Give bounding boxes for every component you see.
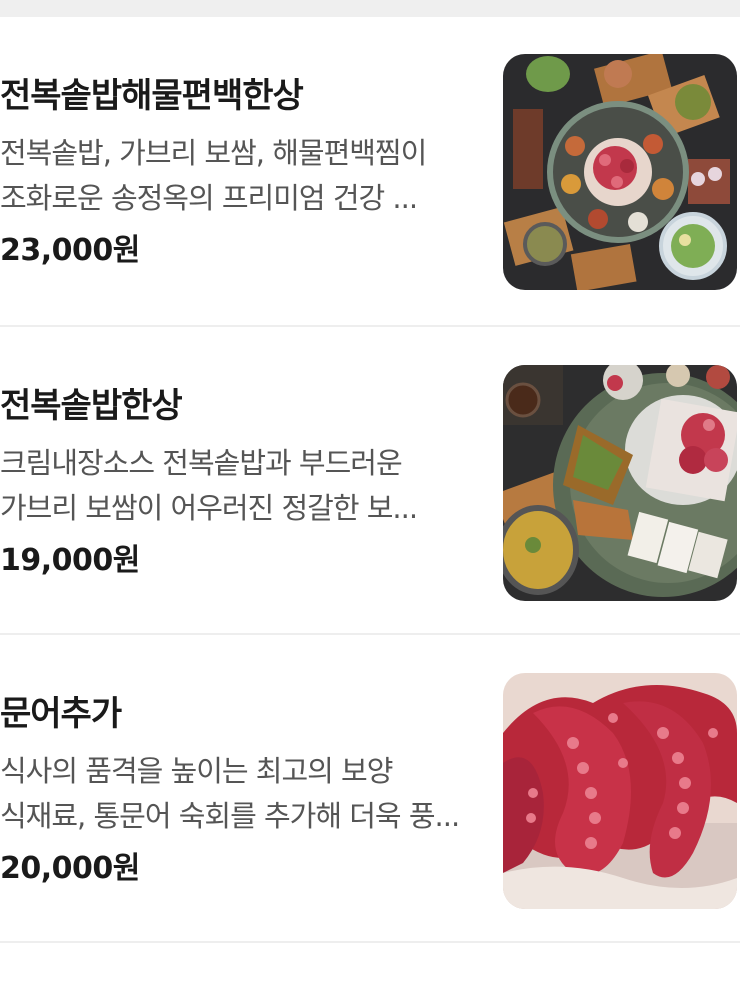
menu-item-price: 20,000원 [0, 851, 140, 886]
menu-item-text: 문어추가 식사의 품격을 높이는 최고의 보양 식재료, 통문어 숙회를 추가해… [0, 691, 470, 891]
menu-item-photo[interactable] [503, 54, 737, 290]
menu-item-text: 전복솥밥해물편백한상 전복솥밥, 가브리 보쌈, 해물편백찜이 조화로운 송정옥… [0, 73, 470, 273]
menu-item-name: 전복솥밥해물편백한상 [0, 76, 304, 116]
seafood-table-photo-icon [503, 54, 737, 290]
menu-item-name: 전복솥밥한상 [0, 386, 183, 426]
menu-item[interactable]: 전복솥밥한상 크림내장소스 전복솥밥과 부드러운 가브리 보쌈이 어우러진 정갈… [0, 327, 740, 635]
menu-item-photo[interactable] [503, 365, 737, 601]
bossam-table-photo-icon [503, 365, 737, 601]
menu-item-price: 23,000원 [0, 233, 140, 268]
menu-list: 전복솥밥해물편백한상 전복솥밥, 가브리 보쌈, 해물편백찜이 조화로운 송정옥… [0, 17, 740, 943]
menu-item-photo[interactable] [503, 673, 737, 909]
menu-item-description: 크림내장소스 전복솥밥과 부드러운 가브리 보쌈이 어우러진 정갈한 보... [0, 446, 418, 525]
top-divider-strip [0, 0, 740, 17]
menu-item[interactable]: 전복솥밥해물편백한상 전복솥밥, 가브리 보쌈, 해물편백찜이 조화로운 송정옥… [0, 17, 740, 327]
menu-item-description: 식사의 품격을 높이는 최고의 보양 식재료, 통문어 숙회를 추가해 더욱 풍… [0, 754, 460, 833]
menu-item-description: 전복솥밥, 가브리 보쌈, 해물편백찜이 조화로운 송정옥의 프리미엄 건강 .… [0, 136, 427, 215]
menu-item[interactable]: 문어추가 식사의 품격을 높이는 최고의 보양 식재료, 통문어 숙회를 추가해… [0, 635, 740, 943]
menu-item-price: 19,000원 [0, 543, 140, 578]
octopus-photo-icon [503, 673, 737, 909]
menu-item-text: 전복솥밥한상 크림내장소스 전복솥밥과 부드러운 가브리 보쌈이 어우러진 정갈… [0, 383, 470, 583]
menu-item-name: 문어추가 [0, 694, 122, 734]
